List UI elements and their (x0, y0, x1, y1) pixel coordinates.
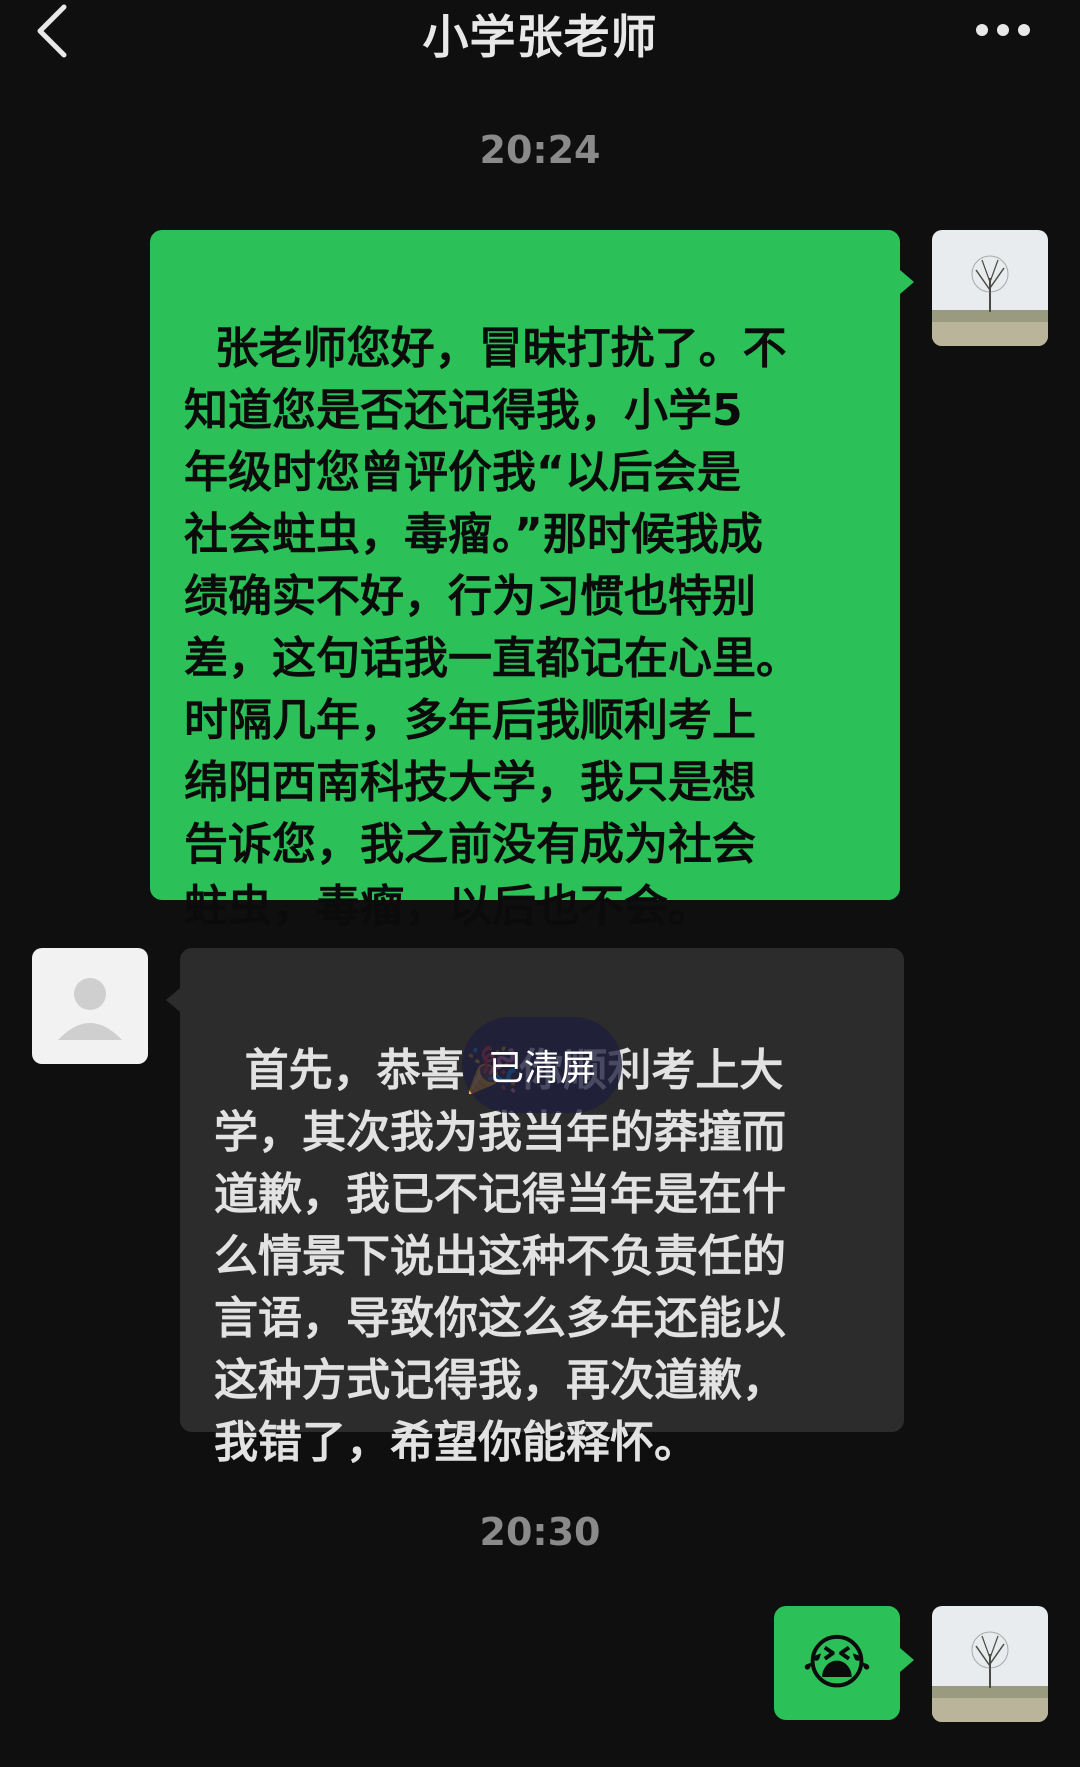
crying-emoji: 😭 (801, 1628, 873, 1698)
self-avatar[interactable] (932, 1606, 1048, 1722)
default-user-avatar-icon (32, 948, 148, 1064)
more-dots-icon (976, 24, 1030, 36)
back-button[interactable] (34, 0, 94, 62)
more-button[interactable] (968, 0, 1038, 60)
bubble-tail (900, 270, 914, 294)
tree-landscape-avatar-icon (932, 1606, 1048, 1722)
bubble-tail (166, 988, 180, 1012)
message-text: 张老师您好，冒昧打扰了。不 知道您是否还记得我，小学5 年级时您曾评价我“以后会… (184, 323, 800, 932)
chat-title: 小学张老师 (422, 10, 658, 64)
cleared-toast: 已清屏 (462, 1017, 622, 1113)
timestamp: 20:24 (479, 128, 601, 172)
chevron-left-icon (37, 4, 67, 58)
message-bubble-self[interactable]: 😭 (774, 1606, 900, 1720)
timestamp: 20:30 (479, 1510, 601, 1554)
nav-bar: 小学张老师 (0, 0, 1080, 80)
bubble-tail (900, 1648, 914, 1672)
message-bubble-self[interactable]: 张老师您好，冒昧打扰了。不 知道您是否还记得我，小学5 年级时您曾评价我“以后会… (150, 230, 900, 932)
self-avatar[interactable] (932, 230, 1048, 346)
tree-landscape-avatar-icon (932, 230, 1048, 346)
teacher-avatar[interactable] (32, 948, 148, 1064)
